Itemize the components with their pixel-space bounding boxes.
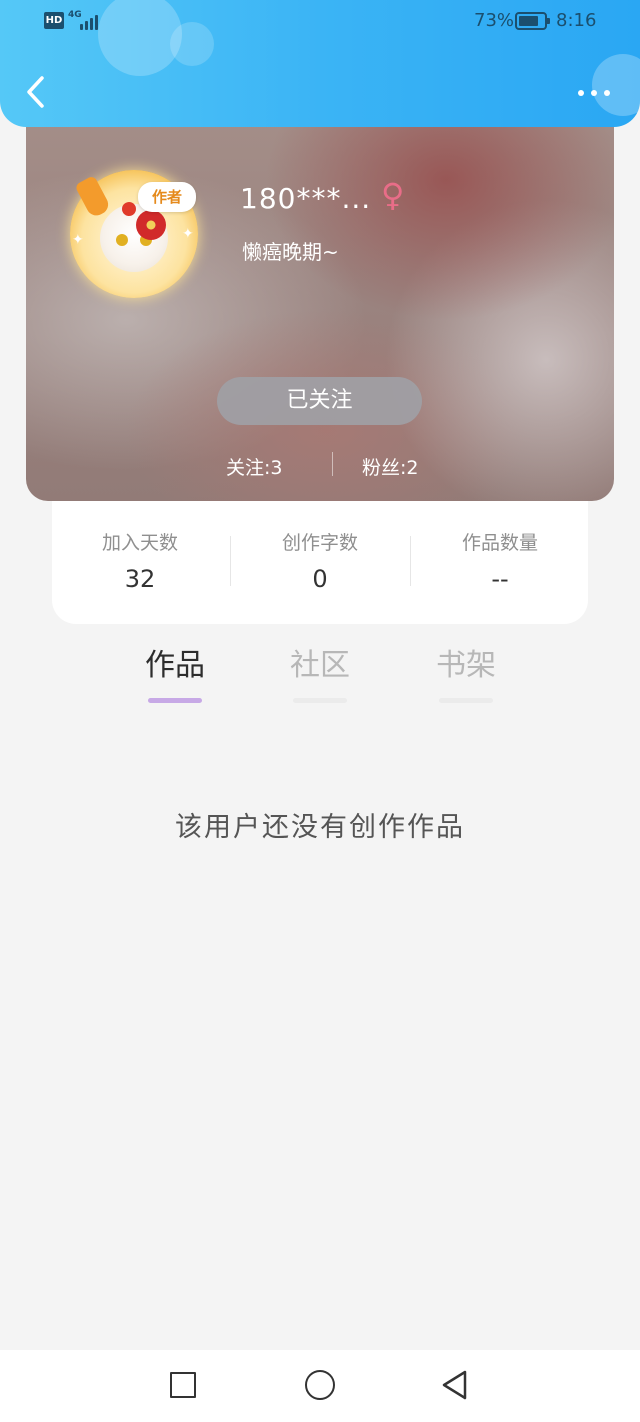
hd-badge: HD [44,12,64,29]
stat-value: -- [491,565,509,593]
profile-card: 作者 ✦ ✦ 180***... ♀ 懒癌晚期~ 已关注 关注:3 粉丝:2 [26,100,614,501]
fans-count[interactable]: 粉丝:2 [362,453,419,480]
tab-label: 书架 [436,648,496,683]
clock: 8:16 [556,10,597,31]
avatar[interactable]: 作者 ✦ ✦ [70,170,198,298]
battery-icon [515,12,550,30]
sparkle-icon: ✦ [182,226,194,242]
more-dots-icon [578,90,584,96]
tab-indicator [439,698,493,703]
divider [332,452,333,476]
status-bar: HD 4G 73% 8:16 [0,0,640,44]
battery-percent: 73% [474,10,515,31]
stat-works-count: 作品数量 -- [420,528,580,593]
tab-indicator [148,698,202,703]
following-count[interactable]: 关注:3 [226,453,283,480]
more-button[interactable] [572,80,616,106]
stat-value: 0 [312,565,328,593]
signature: 懒癌晚期~ [242,240,339,264]
back-triangle-icon[interactable] [440,1368,470,1402]
header-bar: HD 4G 73% 8:16 [0,0,640,127]
stat-label: 作品数量 [461,532,538,554]
signal-icon [80,12,102,30]
divider [410,536,411,586]
tab-bookshelf[interactable]: 书架 [416,640,516,703]
stat-label: 加入天数 [101,532,178,554]
recent-apps-icon[interactable] [170,1372,196,1398]
crayon-icon [74,175,112,219]
author-badge: 作者 [138,182,196,212]
system-nav-bar [0,1350,640,1422]
stat-word-count: 创作字数 0 [240,528,400,593]
home-icon[interactable] [305,1370,335,1400]
stat-join-days: 加入天数 32 [60,528,220,593]
tab-label: 社区 [290,648,350,683]
follow-button[interactable]: 已关注 [217,377,422,425]
chevron-left-icon [27,76,44,108]
female-gender-icon: ♀ [381,176,405,214]
tab-label: 作品 [145,648,205,683]
flower-icon [136,210,166,240]
flower-icon [122,202,136,216]
stat-value: 32 [124,565,156,593]
stat-label: 创作字数 [281,532,358,554]
empty-state-message: 该用户还没有创作作品 [175,812,465,843]
tab-community[interactable]: 社区 [270,640,370,703]
tab-indicator [293,698,347,703]
tab-works[interactable]: 作品 [125,640,225,703]
username: 180***... [240,182,372,215]
stats-panel: 加入天数 32 创作字数 0 作品数量 -- [52,500,588,624]
divider [230,536,231,586]
sparkle-icon: ✦ [72,232,84,248]
back-button[interactable] [20,72,56,112]
